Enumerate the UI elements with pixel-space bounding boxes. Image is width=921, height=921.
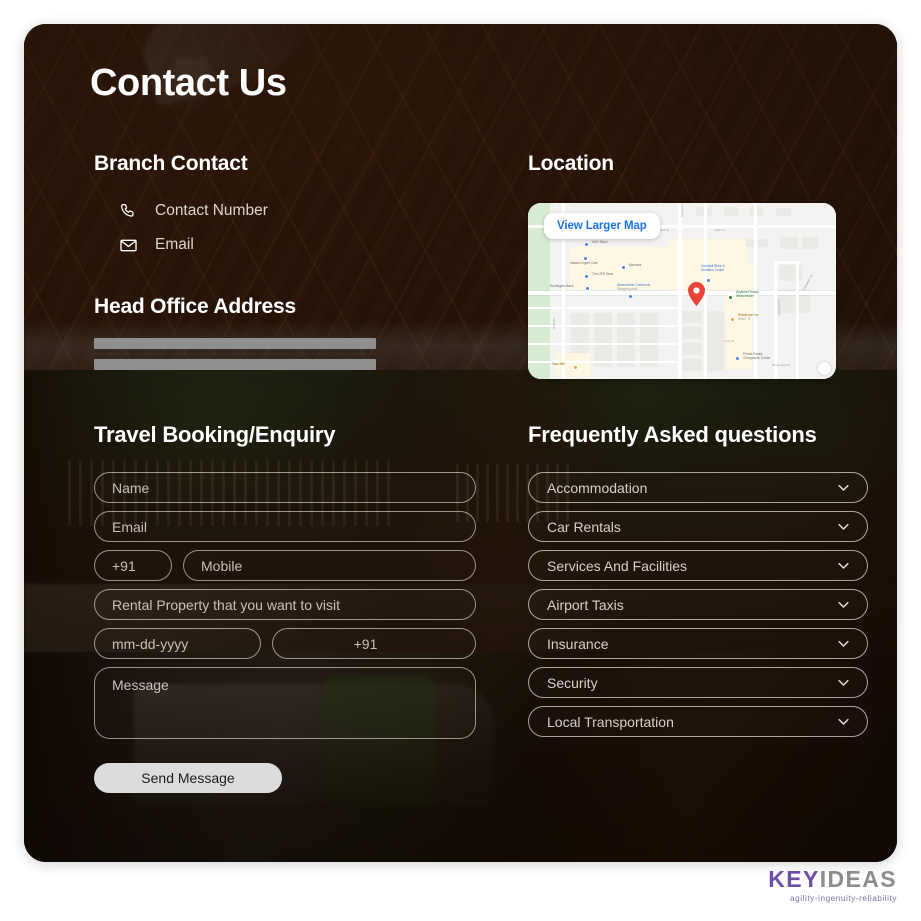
map-label-anytime-fitness-sub: Westchester (736, 293, 754, 298)
email-label: Email (155, 236, 194, 253)
faq-label-car-rentals: Car Rentals (547, 518, 621, 535)
map-label-ups-store: The UPS Store (592, 272, 614, 276)
map-dot-huntington-bank (585, 286, 590, 291)
map-label-anytime-fitness: Anytime Fitness Westchester (736, 290, 759, 298)
map-dot-anytime-fitness (728, 295, 733, 300)
faq-item-airport-taxis[interactable]: Airport Taxis (528, 589, 868, 620)
keyideas-wordmark: KEYIDEAS (768, 865, 897, 892)
map-label-residence-inn: Residence Inn Hotel · $ (738, 313, 758, 321)
contact-row-phone[interactable]: Contact Number (94, 200, 476, 222)
redacted-line-2 (94, 359, 376, 370)
contact-row-email[interactable]: Email (94, 234, 476, 256)
chevron-down-icon (836, 636, 851, 651)
chevron-down-icon (836, 558, 851, 573)
send-message-button[interactable]: Send Message (94, 763, 282, 793)
date-input[interactable]: mm-dd-yyyy (94, 628, 261, 659)
map-label-instant-urgent-care: Instant Urgent Care (570, 261, 598, 265)
location-heading: Location (528, 152, 614, 175)
faq-label-airport-taxis: Airport Taxis (547, 596, 624, 613)
chevron-down-icon (836, 714, 851, 729)
head-office-heading: Head Office Address (94, 295, 296, 318)
hero-card: Contact Us Branch Contact Contact Number (24, 24, 897, 862)
map-street-dunham-dr: Dunham Dr (777, 299, 781, 315)
map-label-goodwill-name2: Donation Center (701, 267, 725, 272)
map-street-lake-ct: Lake Ct (714, 228, 725, 232)
map-street-brookside-dr: Brookside Dr (772, 363, 790, 367)
map-label-westchester-commons-sub: Shopping mall (617, 286, 638, 291)
map-dot-goodwill (706, 278, 711, 283)
map-label-petrak-sub: Chiropractic Center (743, 355, 771, 360)
faq-label-security: Security (547, 674, 598, 691)
map-dot-taco-bell (573, 365, 578, 370)
branch-contact-heading: Branch Contact (94, 152, 248, 175)
faq-item-insurance[interactable]: Insurance (528, 628, 868, 659)
map-label-goodwill: Goodwill Store & Donation Center (701, 264, 725, 272)
faq-item-local-transportation[interactable]: Local Transportation (528, 706, 868, 737)
redacted-line-1 (94, 338, 376, 349)
map-label-menards: Menards (629, 263, 642, 267)
faq-label-services-and-facilities: Services And Facilities (547, 557, 688, 574)
map-dot-ups-store (584, 274, 589, 279)
envelope-icon (117, 234, 139, 256)
name-input[interactable]: Name (94, 472, 476, 503)
faq-label-local-transportation: Local Transportation (547, 713, 674, 730)
message-textarea[interactable]: Message (94, 667, 476, 739)
keyideas-tagline: agility-ingenuity-reliability (790, 893, 897, 903)
view-larger-map-button[interactable]: View Larger Map (544, 213, 660, 239)
map-label-taco-bell: Taco Bell (552, 362, 565, 366)
email-input[interactable]: Email (94, 511, 476, 542)
contact-page: Contact Us Branch Contact Contact Number (0, 0, 921, 921)
chevron-down-icon (836, 519, 851, 534)
faq-list: Accommodation Car Rentals Services And F… (528, 472, 868, 737)
contact-number-label: Contact Number (155, 202, 268, 219)
country-code-select[interactable]: +91 (94, 550, 172, 581)
faq-item-security[interactable]: Security (528, 667, 868, 698)
phone-icon (117, 200, 139, 222)
contact-list: Contact Number Email (94, 200, 476, 256)
faq-label-accommodation: Accommodation (547, 479, 648, 496)
map-dot-residence-inn (730, 317, 735, 322)
map-label-petrak-chiropractic: Petrak Family Chiropractic Center (743, 352, 771, 360)
keyideas-logo: KEYIDEAS agility-ingenuity-reliability (768, 865, 897, 903)
card-content: Contact Us Branch Contact Contact Number (24, 24, 897, 862)
faq-label-insurance: Insurance (547, 635, 609, 652)
faq-heading: Frequently Asked questions (528, 422, 817, 447)
map-label-huntington-bank: Huntington Bank (550, 284, 574, 288)
branch-contact-section: Branch Contact Contact Number Email (94, 152, 476, 268)
travel-booking-heading: Travel Booking/Enquiry (94, 422, 336, 447)
head-office-section: Head Office Address (94, 295, 476, 380)
keyideas-wordmark-key: KEY (768, 865, 820, 892)
map-label-residence-inn-sub: Hotel · $ (738, 316, 751, 321)
map-street-unit14: Unit 14 (724, 339, 734, 343)
faq-section: Frequently Asked questions Accommodation… (528, 422, 868, 745)
map-location-pin (688, 282, 705, 306)
map-dot-westchester-commons (628, 294, 633, 299)
page-title: Contact Us (90, 62, 287, 104)
faq-item-accommodation[interactable]: Accommodation (528, 472, 868, 503)
faq-item-services-and-facilities[interactable]: Services And Facilities (528, 550, 868, 581)
country-code-select-2[interactable]: +91 (272, 628, 476, 659)
form-fields: Name Email +91 Mobile Rental Property th… (94, 472, 476, 793)
map-label-hr-block: H&R Block (592, 240, 608, 244)
map-street-dunwick-ct: Dunwick Ct (680, 203, 684, 217)
faq-item-car-rentals[interactable]: Car Rentals (528, 511, 868, 542)
map-street-wolf-rd: Wolf Rd (552, 318, 556, 329)
date-row: mm-dd-yyyy +91 (94, 628, 476, 659)
chevron-down-icon (836, 597, 851, 612)
travel-booking-form-section: Travel Booking/Enquiry Name Email +91 Mo… (94, 422, 476, 793)
map-dot-menards (621, 265, 626, 270)
map-label-westchester-commons: Westchester Commons Shopping mall (617, 283, 650, 291)
map-dot-hr-block (584, 242, 589, 247)
map-embed[interactable]: H&R Block Instant Urgent Care Menards Th… (528, 203, 836, 379)
location-section: Location H&R Block Instant Urgent Care M… (528, 152, 868, 379)
map-dot-petrak-chiropractic (735, 356, 740, 361)
rental-property-input[interactable]: Rental Property that you want to visit (94, 589, 476, 620)
keyideas-wordmark-ideas: IDEAS (819, 865, 897, 892)
chevron-down-icon (836, 675, 851, 690)
phone-row: +91 Mobile (94, 550, 476, 581)
map-expand-button[interactable] (818, 362, 831, 375)
chevron-down-icon (836, 480, 851, 495)
mobile-input[interactable]: Mobile (183, 550, 476, 581)
head-office-redacted-address (94, 338, 476, 370)
